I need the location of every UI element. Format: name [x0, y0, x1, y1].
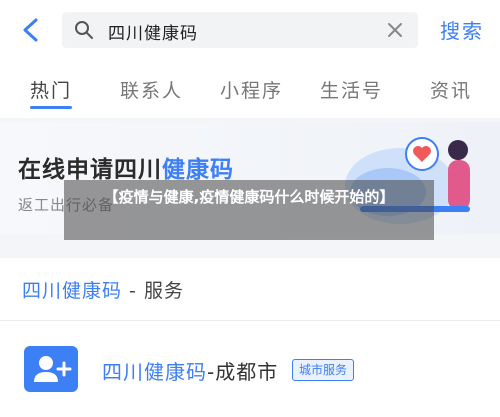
back-arrow-icon[interactable] [18, 16, 44, 44]
clear-icon[interactable] [386, 21, 404, 39]
active-tab-indicator [30, 106, 72, 109]
service-app-icon[interactable] [24, 346, 78, 392]
tab-news[interactable]: 资讯 [430, 76, 472, 103]
tab-mini-programs[interactable]: 小程序 [220, 76, 283, 103]
section-title-highlight: 四川健康码 [22, 280, 123, 302]
city-service-badge: 城市服务 [292, 359, 355, 381]
service-item-title-highlight: 四川健康码 [102, 360, 207, 384]
tab-hot[interactable]: 热门 [30, 76, 72, 103]
section-title: 四川健康码 - 服务 [22, 276, 184, 303]
caption-text: 【疫情与健康,疫情健康码什么时候开始的】 [103, 188, 395, 206]
user-add-icon [34, 356, 72, 382]
tab-contacts[interactable]: 联系人 [120, 76, 183, 103]
divider [0, 320, 500, 321]
search-icon [75, 21, 93, 39]
section-gap [0, 244, 500, 258]
search-input[interactable]: 四川健康码 [108, 19, 198, 44]
search-button[interactable]: 搜索 [440, 15, 484, 44]
category-tabs: 热门 联系人 小程序 生活号 资讯 [0, 60, 500, 116]
service-item-title-rest: -成都市 [207, 360, 279, 384]
top-bar: 四川健康码 搜索 [0, 0, 500, 60]
service-item-title[interactable]: 四川健康码-成都市 [102, 356, 278, 385]
section-title-rest: - 服务 [122, 280, 184, 302]
tab-life-accounts[interactable]: 生活号 [320, 76, 383, 103]
search-box[interactable]: 四川健康码 [62, 12, 418, 48]
banner-title: 在线申请四川健康码 [18, 150, 234, 184]
